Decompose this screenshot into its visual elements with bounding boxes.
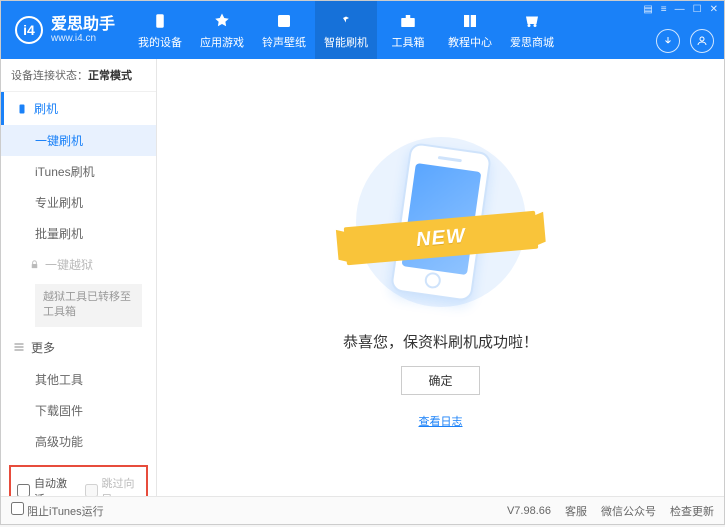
window-controls: ▤ ≡ — ☐ ✕ (643, 4, 718, 15)
nav-tutorials[interactable]: 教程中心 (439, 1, 501, 59)
sidebar-item-batch[interactable]: 批量刷机 (1, 218, 156, 249)
logo: i4 爱思助手 www.i4.cn (1, 16, 129, 44)
apps-icon (212, 11, 232, 31)
wallpaper-icon (274, 11, 294, 31)
skip-guide-checkbox[interactable]: 跳过向导 (85, 475, 141, 496)
auto-activate-checkbox[interactable]: 自动激活 (17, 475, 73, 496)
header-right (656, 29, 714, 53)
view-log-link[interactable]: 查看日志 (419, 413, 463, 429)
sidebar-section-more[interactable]: 更多 (1, 331, 156, 364)
app-title: 爱思助手 (51, 17, 115, 33)
block-itunes-checkbox[interactable]: 阻止iTunes运行 (11, 502, 104, 519)
minimize-icon[interactable]: — (675, 4, 685, 15)
nav-flash[interactable]: 智能刷机 (315, 1, 377, 59)
sidebar-item-advanced[interactable]: 高级功能 (1, 426, 156, 457)
app-subtitle: www.i4.cn (51, 33, 115, 44)
device-icon (150, 11, 170, 31)
user-button[interactable] (690, 29, 714, 53)
top-nav: 我的设备 应用游戏 铃声壁纸 智能刷机 工具箱 教程中心 (129, 1, 563, 59)
download-button[interactable] (656, 29, 680, 53)
sidebar-item-other[interactable]: 其他工具 (1, 364, 156, 395)
maximize-icon[interactable]: ☐ (693, 4, 702, 15)
cart-icon (522, 11, 542, 31)
flash-icon (336, 11, 356, 31)
sidebar: 设备连接状态：正常模式 刷机 一键刷机 iTunes刷机 专业刷机 批量刷机 一… (1, 59, 157, 496)
nav-ringtones[interactable]: 铃声壁纸 (253, 1, 315, 59)
lock-icon (29, 259, 40, 270)
sidebar-item-download[interactable]: 下载固件 (1, 395, 156, 426)
success-message: 恭喜您，保资料刷机成功啦！ (343, 331, 538, 352)
success-illustration: NEW (351, 127, 531, 317)
list-icon (13, 341, 25, 353)
nav-toolbox[interactable]: 工具箱 (377, 1, 439, 59)
sidebar-section-flash[interactable]: 刷机 (1, 92, 156, 125)
toolbox-icon (398, 11, 418, 31)
sidebar-item-onekey[interactable]: 一键刷机 (1, 125, 156, 156)
version-label: V7.98.66 (507, 505, 551, 517)
logo-icon: i4 (15, 16, 43, 44)
service-link[interactable]: 客服 (565, 503, 587, 519)
options-box: 自动激活 跳过向导 (9, 465, 148, 496)
nav-my-device[interactable]: 我的设备 (129, 1, 191, 59)
book-icon (460, 11, 480, 31)
nav-store[interactable]: 爱思商城 (501, 1, 563, 59)
lines-icon[interactable]: ≡ (661, 4, 667, 15)
ok-button[interactable]: 确定 (401, 366, 479, 395)
connection-status: 设备连接状态：正常模式 (1, 59, 156, 92)
jailbreak-note: 越狱工具已转移至工具箱 (35, 284, 142, 327)
check-update-link[interactable]: 检查更新 (670, 503, 714, 519)
nav-apps[interactable]: 应用游戏 (191, 1, 253, 59)
phone-icon (16, 103, 28, 115)
app-header: i4 爱思助手 www.i4.cn 我的设备 应用游戏 铃声壁纸 智能刷机 (1, 1, 724, 59)
sidebar-item-jailbreak: 一键越狱 (1, 249, 156, 280)
sidebar-item-itunes[interactable]: iTunes刷机 (1, 156, 156, 187)
menu-icon[interactable]: ▤ (643, 4, 652, 15)
wechat-link[interactable]: 微信公众号 (601, 503, 656, 519)
main-content: NEW 恭喜您，保资料刷机成功啦！ 确定 查看日志 (157, 59, 724, 496)
sidebar-item-pro[interactable]: 专业刷机 (1, 187, 156, 218)
close-icon[interactable]: ✕ (710, 4, 718, 15)
status-bar: 阻止iTunes运行 V7.98.66 客服 微信公众号 检查更新 (1, 496, 724, 524)
